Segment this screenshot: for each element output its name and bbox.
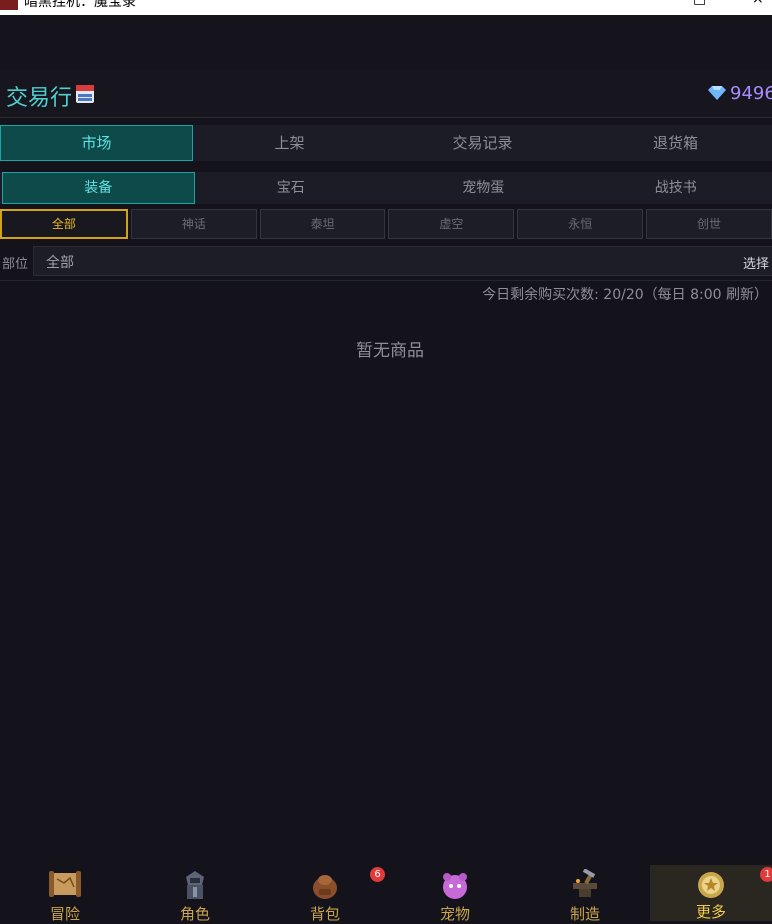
top-spacer xyxy=(0,15,772,70)
pet-icon xyxy=(439,869,471,901)
nav-backpack[interactable]: 背包 6 xyxy=(260,865,390,921)
slot-select[interactable]: 全部 选择 xyxy=(33,246,772,276)
tab-equipment[interactable]: 装备 xyxy=(2,172,195,204)
backpack-badge: 6 xyxy=(370,867,385,882)
empty-state: 暂无商品 xyxy=(0,336,772,361)
main-tabs: 市场 上架 交易记录 退货箱 xyxy=(0,125,772,161)
close-button[interactable]: × xyxy=(752,0,764,7)
divider xyxy=(0,280,772,281)
slot-label: 部位 xyxy=(2,253,28,272)
window-title: 暗黑挂机：魔宝录 xyxy=(24,0,136,11)
tab-pet-eggs[interactable]: 宠物蛋 xyxy=(387,172,580,204)
window-title-bar: 暗黑挂机：魔宝录 □ × xyxy=(0,0,772,15)
diamond-icon xyxy=(708,86,726,100)
app-icon xyxy=(0,0,18,10)
tab-gems[interactable]: 宝石 xyxy=(195,172,388,204)
slot-select-button[interactable]: 选择 xyxy=(743,253,769,272)
rarity-eternal[interactable]: 永恒 xyxy=(517,209,643,239)
knight-icon xyxy=(180,869,210,901)
tab-return-box[interactable]: 退货箱 xyxy=(579,125,772,161)
gem-count: 9496 xyxy=(730,83,772,104)
nav-label: 更多 xyxy=(650,901,772,922)
rarity-genesis[interactable]: 创世 xyxy=(646,209,772,239)
rarity-filter-row: 全部 神话 泰坦 虚空 永恒 创世 xyxy=(0,209,772,241)
backpack-icon xyxy=(310,869,340,901)
scroll-map-icon xyxy=(48,869,82,899)
gear-badge-icon xyxy=(695,869,727,901)
tab-trade-history[interactable]: 交易记录 xyxy=(386,125,579,161)
slot-filter: 部位 全部 选择 xyxy=(0,246,772,276)
nav-adventure[interactable]: 冒险 xyxy=(0,865,130,921)
calendar-24-icon xyxy=(74,83,96,105)
tab-market[interactable]: 市场 xyxy=(0,125,193,161)
nav-pet[interactable]: 宠物 xyxy=(390,865,520,921)
rarity-all[interactable]: 全部 xyxy=(0,209,128,239)
tab-listing[interactable]: 上架 xyxy=(193,125,386,161)
nav-more[interactable]: 更多 1 xyxy=(650,865,772,921)
more-badge: 1 xyxy=(760,867,772,882)
rarity-void[interactable]: 虚空 xyxy=(388,209,514,239)
bottom-nav: 冒险 角色 背包 6 宠物 xyxy=(0,865,772,921)
page-title: 交易行 xyxy=(6,80,72,112)
rarity-mythic[interactable]: 神话 xyxy=(131,209,257,239)
category-tabs: 装备 宝石 宠物蛋 战技书 xyxy=(0,172,772,204)
purchase-quota: 今日剩余购买次数: 20/20（每日 8:00 刷新） xyxy=(482,284,768,304)
anvil-icon xyxy=(569,869,601,901)
rarity-titan[interactable]: 泰坦 xyxy=(260,209,386,239)
page-header: 交易行 9496 xyxy=(0,70,772,118)
slot-value: 全部 xyxy=(46,252,74,272)
nav-crafting[interactable]: 制造 xyxy=(520,865,650,921)
maximize-button[interactable]: □ xyxy=(693,0,706,7)
tab-skill-books[interactable]: 战技书 xyxy=(580,172,772,204)
nav-character[interactable]: 角色 xyxy=(130,865,260,921)
